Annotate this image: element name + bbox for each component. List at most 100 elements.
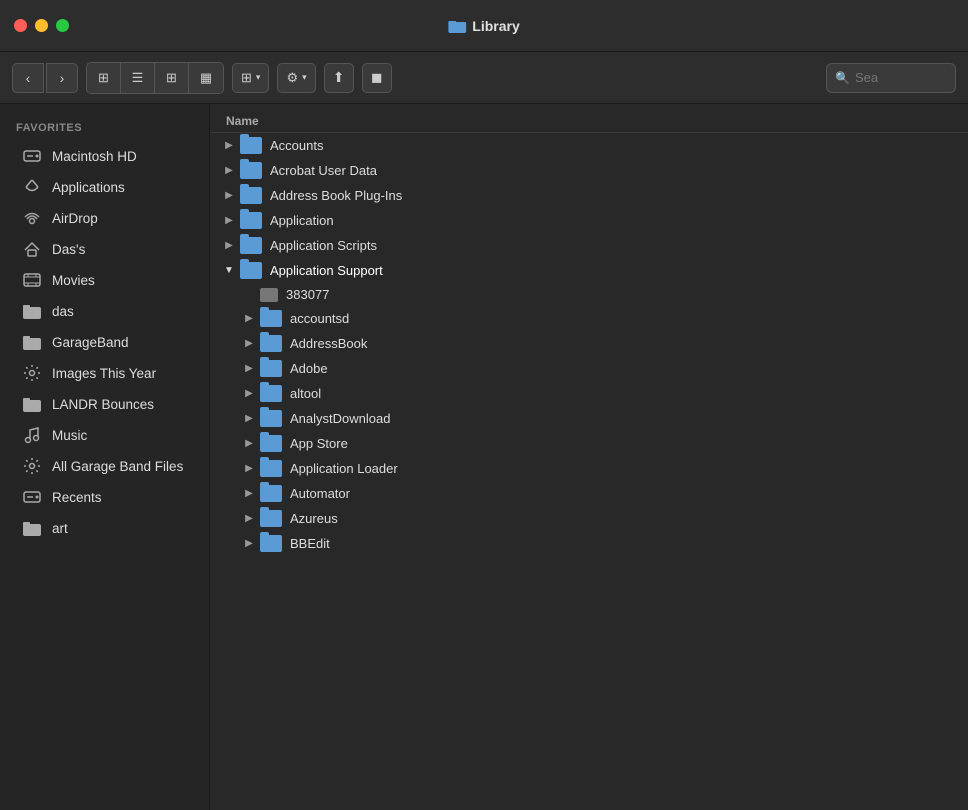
file-list: Name ▶ Accounts ▶ Acrobat User Data ▶ Ad… (210, 104, 968, 810)
toolbar: ‹ › ⊞ ☰ ⊞ ▦ ⊞ ▾ ⚙ ▾ ⬆ ◼ 🔍 (0, 52, 968, 104)
traffic-lights (14, 19, 69, 32)
folder-icon (260, 435, 282, 452)
grid2-icon: ⊞ (241, 70, 252, 86)
list-icon: ☰ (132, 70, 144, 86)
gear3-icon (22, 456, 42, 476)
file-row[interactable]: ▶ App Store (210, 431, 968, 456)
view-buttons: ⊞ ☰ ⊞ ▦ (86, 62, 224, 94)
expand-arrow: ▶ (220, 165, 238, 176)
sidebar-item-all-garage-band-files[interactable]: All Garage Band Files (6, 451, 203, 481)
file-row[interactable]: ▶ Application (210, 208, 968, 233)
folder-icon (260, 535, 282, 552)
file-row[interactable]: ▶ BBEdit (210, 531, 968, 556)
search-input[interactable] (855, 70, 945, 85)
folder-small-icon (22, 301, 42, 321)
file-row[interactable]: ▶ Application Scripts (210, 233, 968, 258)
file-row[interactable]: ▶ Automator (210, 481, 968, 506)
sidebar-item-label: Macintosh HD (52, 149, 137, 164)
folder-icon (240, 237, 262, 254)
sidebar-item-das[interactable]: das (6, 296, 203, 326)
title-text: Library (472, 18, 519, 34)
close-button[interactable] (14, 19, 27, 32)
expand-arrow: ▶ (240, 538, 258, 549)
file-row[interactable]: ▶ AnalystDownload (210, 406, 968, 431)
file-name: 383077 (286, 287, 329, 302)
folder-icon (260, 310, 282, 327)
file-row[interactable]: ▶ Azureus (210, 506, 968, 531)
window-title: Library (448, 18, 519, 34)
file-name: Acrobat User Data (270, 163, 377, 178)
folder-icon (240, 187, 262, 204)
columns-icon: ⊞ (166, 70, 177, 86)
file-row[interactable]: ▶ AddressBook (210, 331, 968, 356)
file-row[interactable]: ▶ Acrobat User Data (210, 158, 968, 183)
sidebar-section-title: Favorites (0, 118, 209, 140)
action-dropdown[interactable]: ⚙ ▾ (277, 63, 315, 93)
tag-button[interactable]: ◼ (362, 63, 392, 93)
view-column-btn[interactable]: ⊞ (155, 63, 189, 93)
sidebar-item-garageband[interactable]: GarageBand (6, 327, 203, 357)
expand-arrow: ▶ (220, 240, 238, 251)
search-box[interactable]: 🔍 (826, 63, 956, 93)
file-row[interactable]: ▶ accountsd (210, 306, 968, 331)
view-gallery-btn[interactable]: ▦ (189, 63, 223, 93)
gear-icon: ⚙ (286, 70, 298, 86)
folder-icon (448, 19, 466, 33)
file-name: BBEdit (290, 536, 330, 551)
sidebar-item-macintosh-hd[interactable]: Macintosh HD (6, 141, 203, 171)
folder-icon (260, 460, 282, 477)
arrange-dropdown[interactable]: ⊞ ▾ (232, 63, 269, 93)
file-row[interactable]: ▶ Adobe (210, 356, 968, 381)
back-button[interactable]: ‹ (12, 63, 44, 93)
file-icon (260, 288, 278, 302)
sidebar-item-label: Images This Year (52, 366, 156, 381)
folder-icon (260, 335, 282, 352)
file-name: App Store (290, 436, 348, 451)
file-row[interactable]: ▶ Address Book Plug-Ins (210, 183, 968, 208)
sidebar-item-label: All Garage Band Files (52, 459, 183, 474)
sidebar-item-art[interactable]: art (6, 513, 203, 543)
expand-arrow: ▶ (220, 190, 238, 201)
forward-button[interactable]: › (46, 63, 78, 93)
file-row[interactable]: ▶ Accounts (210, 133, 968, 158)
applications-icon (22, 177, 42, 197)
folder-small-icon4 (22, 518, 42, 538)
sidebar-item-airdrop[interactable]: AirDrop (6, 203, 203, 233)
expand-arrow: ▶ (240, 513, 258, 524)
minimize-button[interactable] (35, 19, 48, 32)
folder-small-icon3 (22, 394, 42, 414)
file-row[interactable]: ▶ altool (210, 381, 968, 406)
recents-icon (22, 487, 42, 507)
view-icon-btn[interactable]: ⊞ (87, 63, 121, 93)
file-name: altool (290, 386, 321, 401)
main-area: Favorites Macintosh HD Applicat (0, 104, 968, 810)
sidebar-item-label: Music (52, 428, 87, 443)
expand-arrow: ▶ (240, 438, 258, 449)
sidebar-item-label: GarageBand (52, 335, 129, 350)
expand-arrow: ▼ (220, 265, 238, 276)
sidebar-item-applications[interactable]: Applications (6, 172, 203, 202)
file-name: Accounts (270, 138, 323, 153)
sidebar-item-music[interactable]: Music (6, 420, 203, 450)
sidebar-item-landr-bounces[interactable]: LANDR Bounces (6, 389, 203, 419)
sidebar-item-dass[interactable]: Das's (6, 234, 203, 264)
fullscreen-button[interactable] (56, 19, 69, 32)
folder-icon (240, 212, 262, 229)
sidebar-item-label: das (52, 304, 74, 319)
sidebar-item-images-this-year[interactable]: Images This Year (6, 358, 203, 388)
expand-arrow: ▶ (240, 388, 258, 399)
sidebar: Favorites Macintosh HD Applicat (0, 104, 210, 810)
view-list-btn[interactable]: ☰ (121, 63, 155, 93)
file-row[interactable]: ▶ 383077 (210, 283, 968, 306)
expand-arrow: ▶ (240, 289, 258, 300)
share-button[interactable]: ⬆ (324, 63, 354, 93)
file-name: Automator (290, 486, 350, 501)
sidebar-item-movies[interactable]: Movies (6, 265, 203, 295)
file-row[interactable]: ▼ Application Support (210, 258, 968, 283)
file-row[interactable]: ▶ Application Loader (210, 456, 968, 481)
sidebar-item-recents[interactable]: Recents (6, 482, 203, 512)
file-name: AnalystDownload (290, 411, 390, 426)
folder-icon (240, 162, 262, 179)
action-chevron: ▾ (302, 72, 307, 83)
sidebar-item-label: LANDR Bounces (52, 397, 154, 412)
